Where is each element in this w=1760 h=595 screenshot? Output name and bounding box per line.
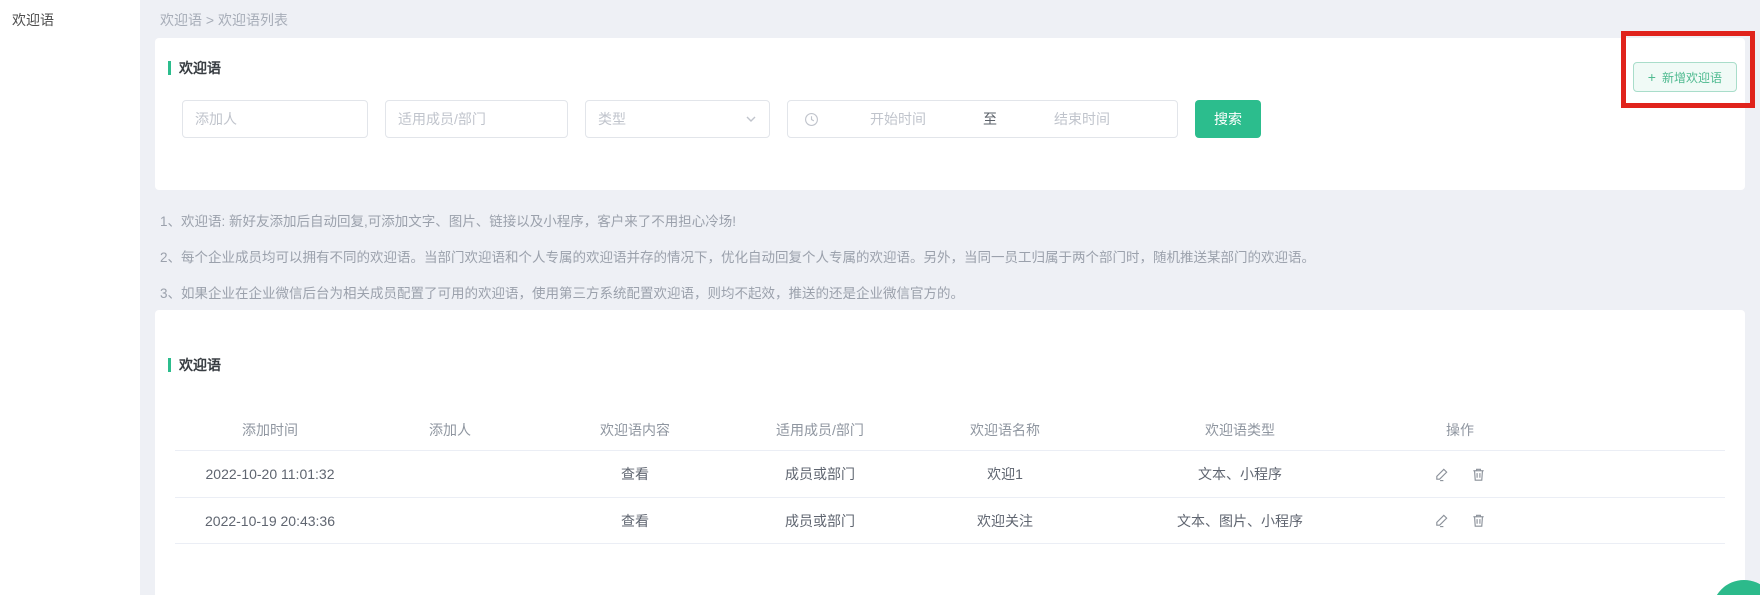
type-select[interactable]: 类型 <box>585 100 770 138</box>
table-row: 2022-10-20 11:01:32 查看 成员或部门 欢迎1 文本、小程序 <box>175 450 1725 497</box>
sidebar-item-welcome-message[interactable]: 欢迎语 <box>0 0 140 40</box>
cell-members: 成员或部门 <box>735 511 905 531</box>
table-card: 欢迎语 添加时间 添加人 欢迎语内容 适用成员/部门 欢迎语名称 欢迎语类型 操… <box>155 310 1745 595</box>
range-separator: 至 <box>977 109 1003 129</box>
tip-line-3: 3、如果企业在企业微信后台为相关成员配置了可用的欢迎语，使用第三方系统配置欢迎语… <box>160 274 1315 310</box>
date-range-picker[interactable]: 开始时间 至 结束时间 <box>787 100 1178 138</box>
clock-icon <box>804 112 819 127</box>
cell-actions <box>1375 467 1545 482</box>
table-header-row: 添加时间 添加人 欢迎语内容 适用成员/部门 欢迎语名称 欢迎语类型 操作 <box>175 410 1725 450</box>
app-window: 欢迎语 欢迎语 > 欢迎语列表 欢迎语 + 新增欢迎语 类型 <box>0 0 1760 595</box>
col-content: 欢迎语内容 <box>535 420 735 440</box>
tip-line-1: 1、欢迎语: 新好友添加后自动回复,可添加文字、图片、链接以及小程序，客户来了不… <box>160 202 1315 238</box>
table-row: 2022-10-19 20:43:36 查看 成员或部门 欢迎关注 文本、图片、… <box>175 497 1725 544</box>
col-added-time: 添加时间 <box>175 420 365 440</box>
tip-line-2: 2、每个企业成员均可以拥有不同的欢迎语。当部门欢迎语和个人专属的欢迎语并存的情况… <box>160 238 1315 274</box>
welcome-message-table: 添加时间 添加人 欢迎语内容 适用成员/部门 欢迎语名称 欢迎语类型 操作 20… <box>175 410 1725 544</box>
type-select-placeholder: 类型 <box>598 109 626 129</box>
tips-section: 1、欢迎语: 新好友添加后自动回复,可添加文字、图片、链接以及小程序，客户来了不… <box>160 202 1315 310</box>
cell-name: 欢迎1 <box>905 464 1105 484</box>
cell-added-time: 2022-10-19 20:43:36 <box>175 513 365 529</box>
pencil-icon[interactable] <box>1434 467 1449 482</box>
view-content-link[interactable]: 查看 <box>535 511 735 531</box>
cell-members: 成员或部门 <box>735 464 905 484</box>
breadcrumb: 欢迎语 > 欢迎语列表 <box>160 10 288 30</box>
cell-type: 文本、图片、小程序 <box>1105 511 1375 531</box>
chevron-down-icon <box>745 113 757 125</box>
sidebar: 欢迎语 <box>0 0 140 595</box>
cell-actions <box>1375 513 1545 528</box>
start-time-placeholder: 开始时间 <box>819 109 977 129</box>
title-accent-bar <box>168 61 171 75</box>
table-card-title: 欢迎语 <box>168 355 221 375</box>
main-content: 欢迎语 > 欢迎语列表 欢迎语 + 新增欢迎语 类型 <box>140 0 1760 595</box>
cell-type: 文本、小程序 <box>1105 464 1375 484</box>
table-card-title-text: 欢迎语 <box>179 355 221 375</box>
filter-card-title: 欢迎语 <box>168 58 221 78</box>
cell-added-time: 2022-10-20 11:01:32 <box>175 466 365 482</box>
search-button[interactable]: 搜索 <box>1195 100 1261 138</box>
title-accent-bar <box>168 358 171 372</box>
annotation-red-box <box>1621 31 1755 108</box>
view-content-link[interactable]: 查看 <box>535 464 735 484</box>
col-type: 欢迎语类型 <box>1105 420 1375 440</box>
col-actions: 操作 <box>1375 420 1545 440</box>
adder-input[interactable] <box>182 100 368 138</box>
pencil-icon[interactable] <box>1434 513 1449 528</box>
col-adder: 添加人 <box>365 420 535 440</box>
col-members: 适用成员/部门 <box>735 420 905 440</box>
filter-card: 欢迎语 + 新增欢迎语 类型 <box>155 38 1745 190</box>
filter-row: 类型 开始时间 至 结束时间 搜索 <box>182 100 1261 138</box>
trash-icon[interactable] <box>1471 513 1486 528</box>
members-departments-input[interactable] <box>385 100 568 138</box>
trash-icon[interactable] <box>1471 467 1486 482</box>
cell-name: 欢迎关注 <box>905 511 1105 531</box>
col-name: 欢迎语名称 <box>905 420 1105 440</box>
filter-card-title-text: 欢迎语 <box>179 58 221 78</box>
end-time-placeholder: 结束时间 <box>1003 109 1161 129</box>
